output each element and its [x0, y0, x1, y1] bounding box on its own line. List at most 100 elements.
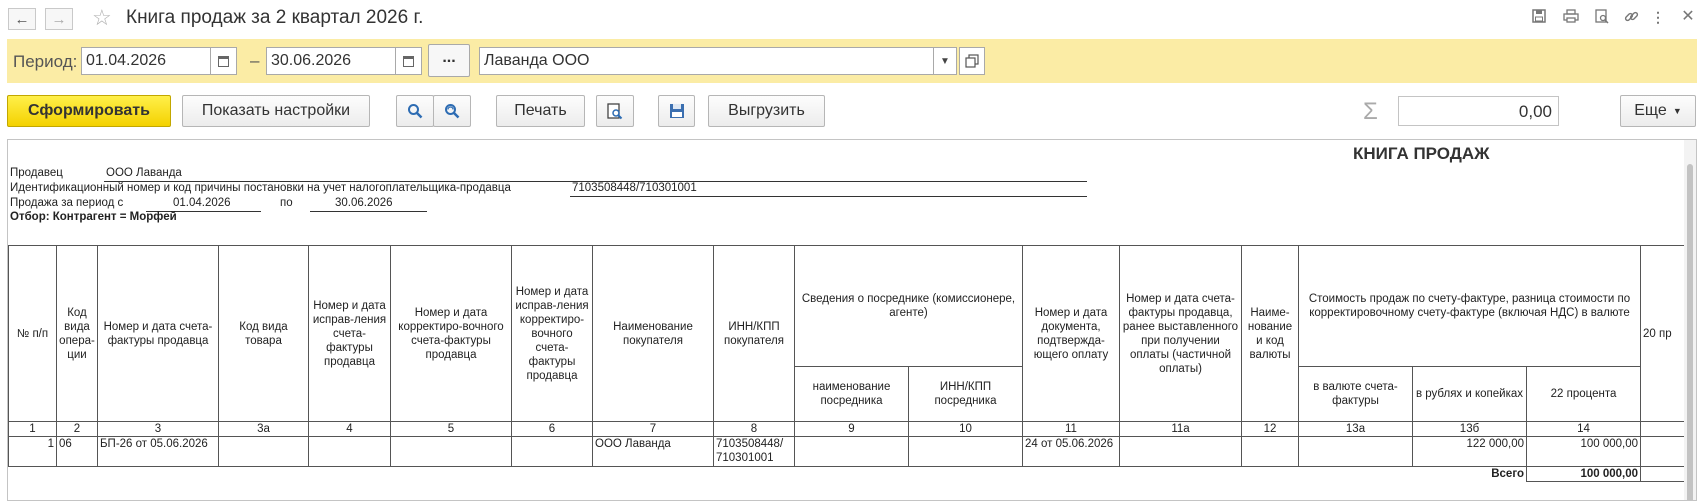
- cell-buyer-inn: 7103508448/ 710301001: [713, 436, 795, 467]
- cell-c15: [1640, 436, 1691, 467]
- seller-label: Продавец: [10, 167, 63, 179]
- cell-c4: [308, 436, 391, 467]
- period-from-calendar-button[interactable]: [211, 47, 237, 75]
- sum-field: 0,00: [1398, 96, 1559, 126]
- period-from-field[interactable]: 01.04.2026: [81, 47, 211, 75]
- colnum: 11: [1022, 421, 1120, 437]
- open-icon: [965, 54, 979, 68]
- period-label-report: Продажа за период с: [10, 197, 124, 209]
- hdr-c7: Наименование покупателя: [592, 245, 714, 422]
- export-button[interactable]: Выгрузить: [708, 95, 825, 127]
- vertical-scrollbar[interactable]: [1684, 140, 1696, 500]
- hdr-c11a: Номер и дата счета-фактуры продавца, ран…: [1119, 245, 1242, 422]
- favorite-star-icon[interactable]: ☆: [92, 5, 112, 31]
- cell-currency: [1241, 436, 1299, 467]
- total-c14: 100 000,00: [1526, 466, 1641, 482]
- period-select-button[interactable]: ...: [428, 44, 470, 77]
- calendar-icon: [218, 55, 229, 67]
- seller-value: ООО Лаванда: [106, 167, 182, 179]
- show-settings-button[interactable]: Показать настройки: [182, 95, 370, 127]
- inn-value: 7103508448/710301001: [572, 182, 697, 194]
- sales-book-table: № п/п Код вида опера-ции Номер и дата сч…: [8, 245, 1691, 482]
- period-label: Период:: [13, 52, 78, 71]
- period-panel: Период: 01.04.2026 – 30.06.2026 ... Лава…: [7, 39, 1697, 83]
- cell-invoice: БП-26 от 05.06.2026: [97, 436, 219, 467]
- hdr-c9: наименование посредника: [794, 366, 909, 422]
- colnum: 12: [1241, 421, 1299, 437]
- close-icon[interactable]: ✕: [1680, 9, 1696, 25]
- cell-agent-inn: [908, 436, 1023, 467]
- period-to-report: 30.06.2026: [335, 197, 393, 209]
- hdr-c13a: в валюте счета-фактуры: [1298, 366, 1413, 422]
- colnum: 2: [56, 421, 98, 437]
- hdr-c4: Номер и дата исправ-ления счета-фактуры …: [308, 245, 391, 422]
- period-to-label-report: по: [280, 197, 293, 209]
- save-icon[interactable]: [1531, 9, 1547, 25]
- hdr-c2: Код вида опера-ции: [56, 245, 98, 422]
- window-title: Книга продаж за 2 квартал 2026 г.: [126, 7, 424, 28]
- generate-button[interactable]: Сформировать: [7, 95, 171, 127]
- cell-c5: [390, 436, 512, 467]
- search-icon: [408, 104, 423, 119]
- cell-agent: [794, 436, 909, 467]
- calendar-icon: [403, 55, 414, 67]
- search-next-button[interactable]: [433, 95, 471, 127]
- colnum: 9: [794, 421, 909, 437]
- chevron-down-icon: ▼: [1672, 106, 1682, 116]
- period-to-underline: [310, 211, 427, 212]
- floppy-icon: [669, 104, 684, 118]
- organization-open-button[interactable]: [959, 47, 985, 75]
- hdr-c1: № п/п: [8, 245, 57, 422]
- sum-icon: Σ: [1363, 98, 1378, 125]
- organization-dropdown-button[interactable]: ▼: [933, 47, 957, 75]
- hdr-c10: ИНН/КПП посредника: [908, 366, 1023, 422]
- cell-payment-doc: 24 от 05.06.2026: [1022, 436, 1120, 467]
- cell-n: 1: [8, 436, 57, 467]
- cell-code: 06: [56, 436, 98, 467]
- cell-c14: 100 000,00: [1526, 436, 1641, 467]
- search-button[interactable]: [396, 95, 434, 127]
- save-button[interactable]: [658, 95, 695, 127]
- back-button[interactable]: ←: [8, 8, 36, 30]
- colnum: 5: [390, 421, 512, 437]
- hdr-c13b: в рублях и копейках: [1412, 366, 1527, 422]
- command-bar: Сформировать Показать настройки Печать В…: [0, 92, 1704, 132]
- print-icon[interactable]: [1563, 9, 1579, 25]
- report-document[interactable]: КНИГА ПРОДАЖ Продавец ООО Лаванда Иденти…: [7, 139, 1697, 501]
- period-dash: –: [250, 51, 260, 70]
- organization-field[interactable]: Лаванда ООО: [479, 47, 934, 75]
- colnum: [1640, 421, 1691, 437]
- colnum: 13б: [1412, 421, 1527, 437]
- hdr-c13-14: Стоимость продаж по счету-фактуре, разни…: [1298, 245, 1641, 367]
- hdr-c9-10: Сведения о посреднике (комиссионере, аге…: [794, 245, 1023, 367]
- cell-c6: [511, 436, 593, 467]
- cell-goods-code: [218, 436, 309, 467]
- preview-icon[interactable]: [1594, 9, 1610, 25]
- more-vertical-icon[interactable]: ⋮: [1650, 9, 1666, 25]
- link-icon[interactable]: [1623, 9, 1639, 25]
- colnum: 6: [511, 421, 593, 437]
- hdr-c12: Наиме-нование и код валюты: [1241, 245, 1299, 422]
- period-to-field[interactable]: 30.06.2026: [266, 47, 396, 75]
- colnum: 3а: [218, 421, 309, 437]
- cell-c13b: 122 000,00: [1412, 436, 1527, 467]
- inn-label: Идентификационный номер и код причины по…: [10, 182, 511, 194]
- print-preview-button[interactable]: [596, 95, 634, 127]
- colnum: 1: [8, 421, 57, 437]
- hdr-c14: 22 процента: [1526, 366, 1641, 422]
- report-title: КНИГА ПРОДАЖ: [1353, 144, 1490, 163]
- period-to-calendar-button[interactable]: [396, 47, 422, 75]
- colnum: 10: [908, 421, 1023, 437]
- more-button[interactable]: Еще ▼: [1620, 95, 1696, 127]
- cell-buyer: ООО Лаванда: [592, 436, 714, 467]
- cell-c13a: [1298, 436, 1413, 467]
- inn-underline: [570, 196, 1087, 197]
- forward-button[interactable]: →: [45, 8, 73, 30]
- filter-text: Отбор: Контрагент = Морфей: [10, 211, 177, 223]
- scrollbar-thumb[interactable]: [1687, 164, 1693, 500]
- arrow-left-icon: ←: [14, 10, 30, 28]
- hdr-c5: Номер и дата корректиро-вочного счета-фа…: [390, 245, 512, 422]
- table-row[interactable]: 1 06 БП-26 от 05.06.2026 ООО Лаванда 710…: [8, 436, 1691, 467]
- print-button[interactable]: Печать: [496, 95, 585, 127]
- hdr-c3a: Код вида товара: [218, 245, 309, 422]
